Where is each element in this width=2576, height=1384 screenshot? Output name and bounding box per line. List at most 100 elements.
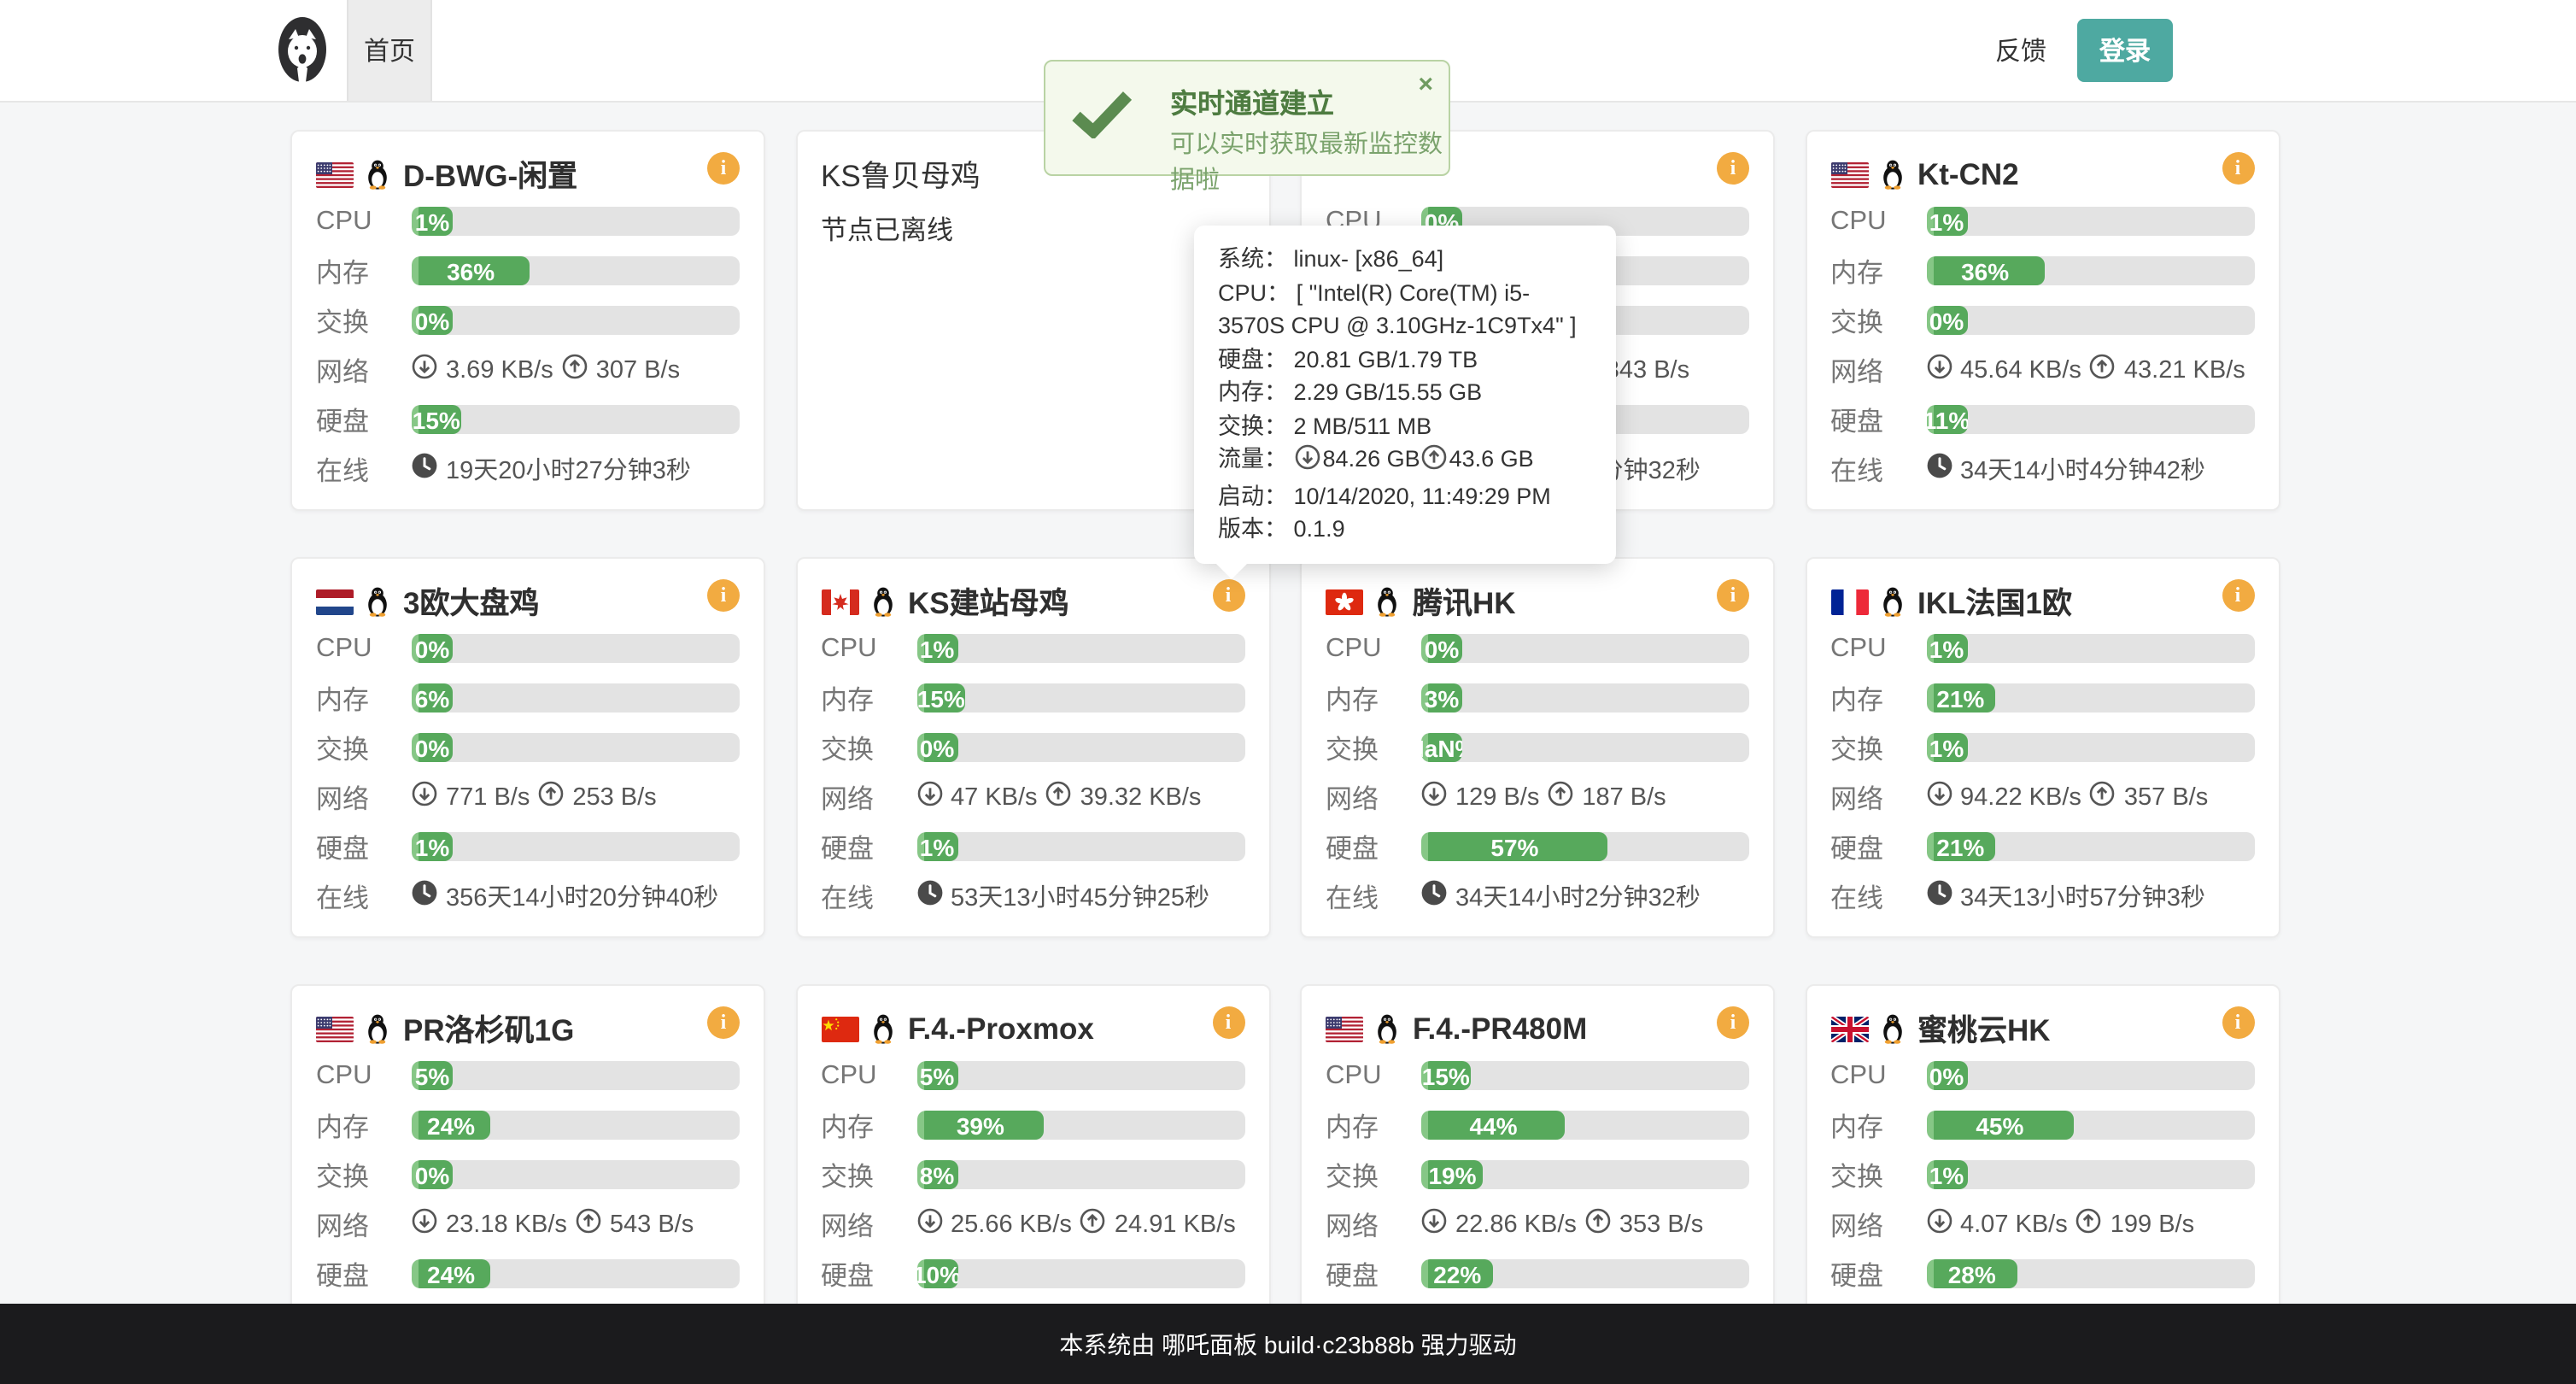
mem-progress-track: 36% [412,256,740,285]
nezha-panel-link[interactable]: 哪吒面板 [1162,1330,1257,1358]
mem-progress-fill: 45% [1926,1111,2074,1140]
info-icon[interactable]: i [1717,579,1749,612]
metric-label: 内存 [1830,252,1926,290]
metric-label: 硬盘 [316,401,412,438]
cpu-progress-fill: 5% [916,1061,957,1090]
clock-icon [1421,880,1447,912]
swap-progress-fill: 0% [412,1160,453,1189]
cpu-progress-track: 0% [412,634,740,663]
metric-row-net: 网络 23.18 KB/s 543 B/s [316,1199,740,1249]
tooltip-line: CPU： [ "Intel(R) Core(TM) i5-3570S CPU @… [1218,276,1595,343]
net-download-value: 3.69 KB/s [446,356,553,384]
metric-row-mem: 内存 44% [1326,1100,1749,1150]
net-download-value: 23.18 KB/s [446,1211,567,1238]
metric-row-net: 网络 94.22 KB/s 357 B/s [1830,772,2254,822]
cpu-progress-fill: 1% [412,207,453,236]
metric-row-cpu: CPU 1% [316,196,740,246]
disk-percent-label: 15% [413,406,460,433]
disk-progress-track: 1% [412,832,740,861]
disk-progress-track: 15% [412,405,740,434]
tooltip-line: 内存： 2.29 GB/15.55 GB [1218,376,1595,409]
disk-percent-label: 1% [415,833,449,860]
metric-label: 在线 [1830,450,1926,488]
metric-row-cpu: CPU 5% [821,1051,1244,1100]
metric-row-net: 网络 45.64 KB/s 43.21 KB/s [1830,345,2254,395]
country-flag-icon-us [316,161,354,187]
build-commit-link[interactable]: c23b88b [1322,1330,1414,1358]
metric-row-swap: 交换 0% [316,1150,740,1199]
metric-label: 在线 [316,450,412,488]
tooltip-line: 交换： 2 MB/511 MB [1218,409,1595,443]
swap-percent-label: 0% [415,307,449,334]
linux-tux-icon [364,1013,391,1044]
info-icon[interactable]: i [1212,579,1244,612]
metric-label: 网络 [1830,778,1926,816]
server-name: F.4.-Proxmox [908,1011,1094,1047]
metric-label: 内存 [1830,679,1926,717]
info-icon[interactable]: i [707,579,740,612]
server-name: 腾讯HK [1413,580,1516,623]
tooltip-label: 硬盘 [1218,346,1264,372]
cpu-percent-label: 0% [1929,1062,1964,1089]
swap-percent-label: 0% [1929,307,1964,334]
info-icon[interactable]: i [707,152,740,185]
disk-progress-fill: 57% [1421,832,1608,861]
metric-row-disk: 硬盘 24% [316,1249,740,1299]
disk-progress-fill: 21% [1926,832,1995,861]
metric-rows: CPU 1% 内存 36% 交换 0% 网络 45.64 KB/s [1830,196,2254,494]
info-icon[interactable]: i [1717,152,1749,185]
metric-label: 网络 [1326,778,1421,816]
cpu-progress-track: 5% [412,1061,740,1090]
card-header: PR洛杉矶1Gi [316,1006,743,1051]
swap-progress-fill: 1% [1926,733,1967,762]
mem-percent-label: 36% [1961,257,2009,284]
mem-progress-fill: 3% [1421,683,1462,713]
metric-row-net: 网络 771 B/s 253 B/s [316,772,740,822]
net-upload-value: 39.32 KB/s [1080,783,1202,811]
cpu-progress-track: 0% [1926,1061,2254,1090]
disk-percent-label: 21% [1936,833,1984,860]
tab-home[interactable]: 首页 [347,0,432,101]
metric-row-mem: 内存 24% [316,1100,740,1150]
info-icon[interactable]: i [2222,579,2254,612]
metric-label: 内存 [316,252,412,290]
mem-percent-label: 24% [427,1111,475,1139]
country-flag-icon-us [316,1016,354,1041]
info-icon[interactable]: i [2222,152,2254,185]
info-icon[interactable]: i [707,1006,740,1039]
server-card: KS建站母鸡i CPU 1% 内存 15% 交换 0% 网络 47 KB/s [795,557,1270,938]
login-button[interactable]: 登录 [2077,19,2173,82]
metric-row-mem: 内存 3% [1326,673,1749,723]
site-logo-avatar[interactable] [278,15,326,84]
cpu-percent-label: 15% [1422,1062,1470,1089]
cpu-percent-label: 0% [1425,635,1459,662]
cpu-progress-track: 1% [412,207,740,236]
cpu-progress-fill: 1% [1926,207,1967,236]
clock-icon [1926,453,1952,485]
metric-row-net: 网络 47 KB/s 39.32 KB/s [821,772,1244,822]
linux-tux-icon [364,159,391,190]
swap-progress-fill: 1% [1926,1160,1967,1189]
net-upload-value: 24.91 KB/s [1115,1211,1236,1238]
clock-icon [412,453,437,485]
metric-rows: CPU 1% 内存 15% 交换 0% 网络 47 KB/s 39. [821,624,1244,921]
upload-arrow-icon [2090,781,2116,813]
swap-progress-track: 0% [1926,306,2254,335]
swap-progress-track: NaN% [1421,733,1749,762]
server-name: F.4.-PR480M [1413,1011,1587,1047]
disk-percent-label: 24% [427,1260,475,1287]
linux-tux-icon [869,1013,896,1044]
metric-label: 内存 [1326,679,1421,717]
metric-row-online: 在线 34天13小时57分钟3秒 [1830,871,2254,921]
info-icon[interactable]: i [2222,1006,2254,1039]
info-icon[interactable]: i [1717,1006,1749,1039]
feedback-link[interactable]: 反馈 [1987,0,2055,101]
upload-arrow-icon [1046,781,1072,813]
mem-percent-label: 15% [917,684,965,712]
metric-label: CPU [821,1060,916,1091]
info-icon[interactable]: i [1212,1006,1244,1039]
upload-arrow-icon [576,1208,601,1240]
toast-close-icon[interactable]: × [1418,72,1433,97]
cpu-progress-fill: 0% [1421,634,1462,663]
cpu-percent-label: 1% [415,208,449,235]
